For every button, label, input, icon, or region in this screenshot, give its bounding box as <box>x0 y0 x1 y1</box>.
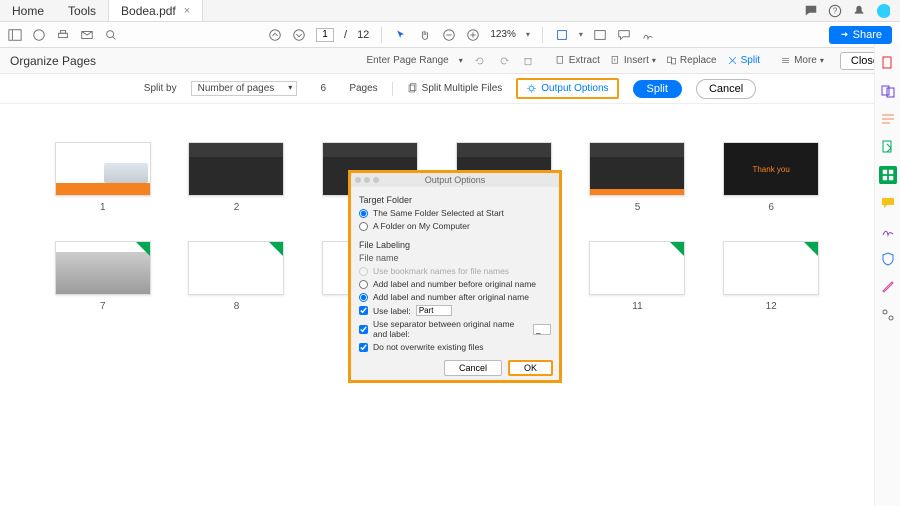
pages-label: Pages <box>349 83 377 94</box>
create-pdf-icon[interactable] <box>879 54 897 72</box>
mail-icon[interactable] <box>80 28 94 42</box>
tools-gear-icon[interactable] <box>879 306 897 324</box>
target-folder-heading: Target Folder <box>359 195 551 205</box>
page-up-icon[interactable] <box>268 28 282 42</box>
tab-tools[interactable]: Tools <box>56 0 108 21</box>
split-options-bar: Split by Number of pages▾ 6 Pages Split … <box>0 74 900 104</box>
pointer-icon[interactable] <box>394 28 408 42</box>
radio-same-folder[interactable]: The Same Folder Selected at Start <box>359 208 551 218</box>
subbar-title: Organize Pages <box>10 54 96 68</box>
edit-pdf-icon[interactable] <box>879 110 897 128</box>
export-pdf-icon[interactable] <box>879 138 897 156</box>
rotate-right-icon[interactable] <box>497 54 511 68</box>
hand-icon[interactable] <box>418 28 432 42</box>
radio-label-after[interactable]: Add label and number after original name <box>359 292 551 302</box>
close-tab-icon[interactable]: × <box>184 5 190 17</box>
sidebar-toggle-icon[interactable] <box>8 28 22 42</box>
fill-sign-icon[interactable] <box>879 222 897 240</box>
split-multiple-files[interactable]: Split Multiple Files <box>407 83 503 94</box>
help-icon[interactable]: ? <box>828 4 842 18</box>
radio-my-computer[interactable]: A Folder on My Computer <box>359 221 551 231</box>
sign-icon[interactable] <box>641 28 655 42</box>
page-thumb[interactable]: 11 <box>585 241 691 312</box>
file-name-subheading: File name <box>359 253 551 263</box>
page-number-input[interactable] <box>316 28 334 42</box>
splitby-label: Split by <box>144 83 177 94</box>
check-use-separator[interactable]: Use separator between original name and … <box>359 319 551 339</box>
rotate-left-icon[interactable] <box>473 54 487 68</box>
zoom-out-icon[interactable] <box>442 28 456 42</box>
dialog-ok-button[interactable]: OK <box>508 360 553 376</box>
more-menu[interactable]: More▾ <box>780 55 824 66</box>
dialog-cancel-button[interactable]: Cancel <box>444 360 502 376</box>
split-cancel-button[interactable]: Cancel <box>696 79 756 99</box>
split-tool[interactable]: Split <box>727 55 760 66</box>
output-options-dialog: Output Options Target Folder The Same Fo… <box>348 170 562 383</box>
check-no-overwrite[interactable]: Do not overwrite existing files <box>359 342 551 352</box>
right-tools-sidebar <box>874 44 900 506</box>
page-thumb[interactable]: 12 <box>718 241 824 312</box>
separator-input[interactable] <box>533 324 551 335</box>
organize-subbar: Organize Pages Enter Page Range▾ Extract… <box>0 48 900 74</box>
split-count[interactable]: 6 <box>311 83 335 94</box>
insert-tool[interactable]: Insert▾ <box>610 55 656 66</box>
bell-icon[interactable] <box>852 4 866 18</box>
page-sep: / <box>344 29 347 41</box>
page-thumb[interactable]: 2 <box>184 142 290 213</box>
zoom-in-icon[interactable] <box>466 28 480 42</box>
share-button[interactable]: Share <box>829 26 892 44</box>
radio-bookmark-names: Use bookmark names for file names <box>359 266 551 276</box>
profile-avatar[interactable] <box>876 4 890 18</box>
output-options-button[interactable]: Output Options <box>516 78 618 99</box>
comment-icon[interactable] <box>617 28 631 42</box>
check-use-label[interactable]: Use label: <box>359 305 551 316</box>
page-thumb[interactable]: 7 <box>50 241 156 312</box>
print-icon[interactable] <box>56 28 70 42</box>
replace-tool[interactable]: Replace <box>666 55 717 66</box>
main-toolbar: / 12 123%▾ ▾ Share <box>0 22 900 48</box>
window-controls[interactable] <box>355 177 379 183</box>
chat-icon[interactable] <box>804 4 818 18</box>
svg-text:?: ? <box>833 6 838 15</box>
search-icon[interactable] <box>104 28 118 42</box>
page-thumb[interactable]: Thank you6 <box>718 142 824 213</box>
protect-icon[interactable] <box>879 250 897 268</box>
page-thumb[interactable]: 5 <box>585 142 691 213</box>
page-thumb[interactable]: 1 <box>50 142 156 213</box>
save-icon[interactable] <box>32 28 46 42</box>
file-labeling-heading: File Labeling <box>359 240 551 250</box>
dialog-titlebar[interactable]: Output Options <box>351 173 559 187</box>
comment-tool-icon[interactable] <box>879 194 897 212</box>
zoom-value[interactable]: 123% <box>490 29 516 40</box>
page-down-icon[interactable] <box>292 28 306 42</box>
fit-width-icon[interactable] <box>555 28 569 42</box>
organize-pages-icon[interactable] <box>879 166 897 184</box>
radio-label-before[interactable]: Add label and number before original nam… <box>359 279 551 289</box>
app-tabs: Home Tools Bodea.pdf× ? <box>0 0 900 22</box>
combine-icon[interactable] <box>879 82 897 100</box>
label-text-input[interactable] <box>416 305 452 316</box>
tab-home[interactable]: Home <box>0 0 56 21</box>
split-mode-select[interactable]: Number of pages▾ <box>191 81 298 96</box>
page-thumb[interactable]: 8 <box>184 241 290 312</box>
tab-document[interactable]: Bodea.pdf× <box>108 0 203 21</box>
split-button[interactable]: Split <box>633 80 682 98</box>
read-mode-icon[interactable] <box>593 28 607 42</box>
extract-tool[interactable]: Extract <box>555 55 600 66</box>
more-tools-icon[interactable] <box>879 278 897 296</box>
delete-icon[interactable] <box>521 54 535 68</box>
page-range-label[interactable]: Enter Page Range <box>366 55 448 66</box>
page-total: 12 <box>357 29 369 41</box>
